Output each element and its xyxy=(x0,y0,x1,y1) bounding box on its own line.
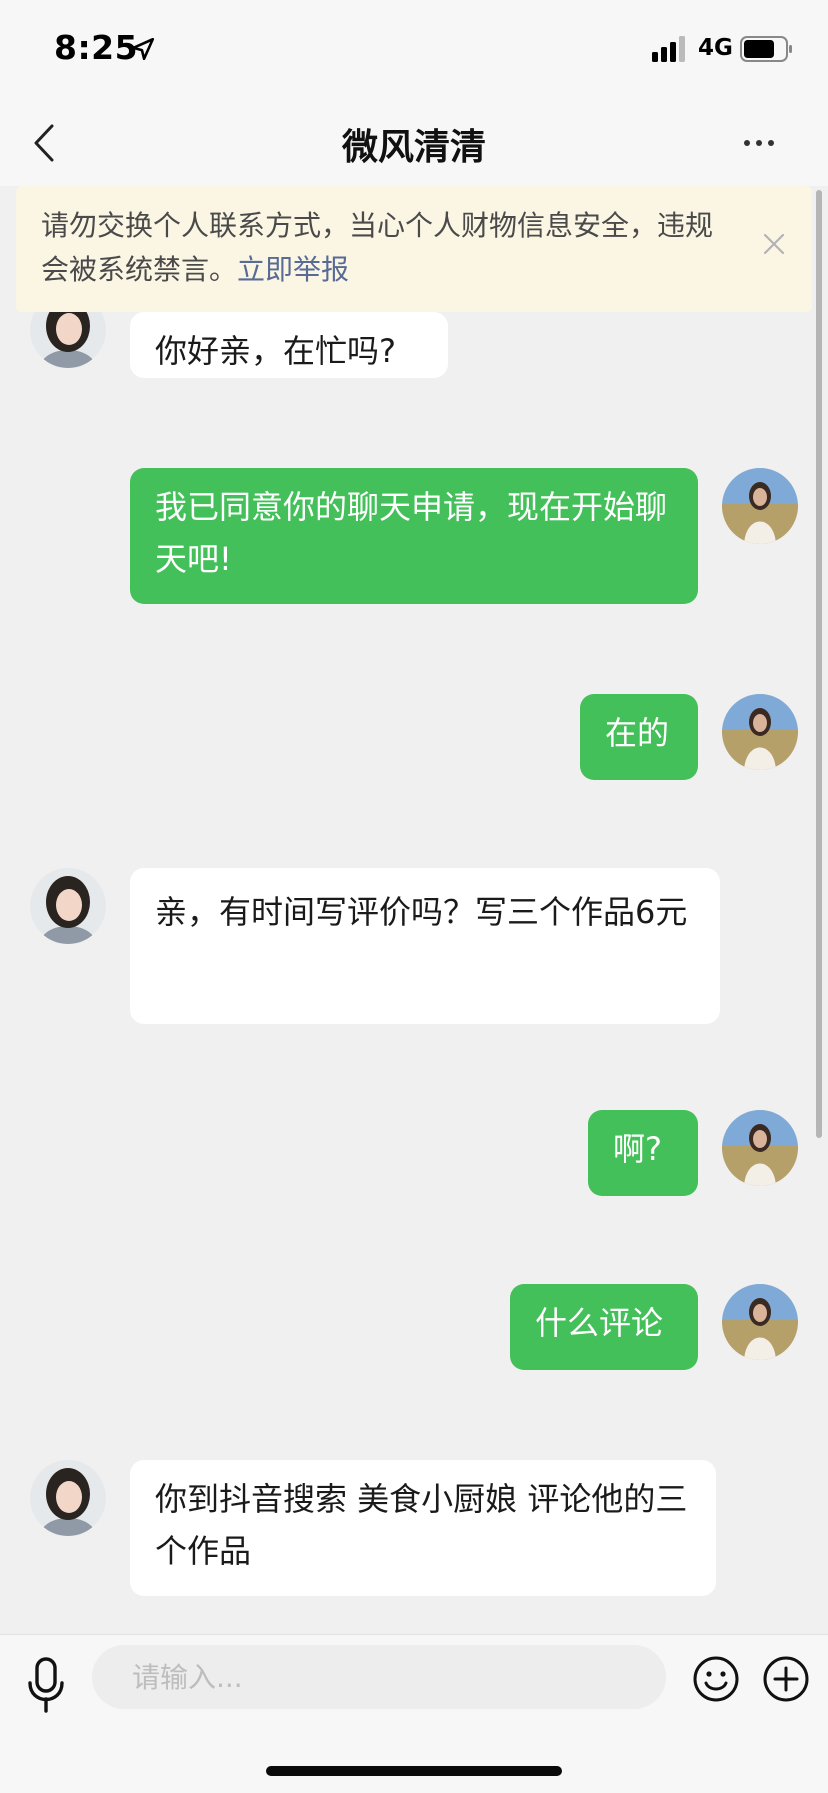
chat-scrollbar[interactable] xyxy=(816,190,822,1138)
battery-icon xyxy=(740,36,792,62)
nav-bar: 微风清清 xyxy=(0,100,828,186)
warning-text: 请勿交换个人联系方式，当心个人财物信息安全，违规会被系统禁言。立即举报 xyxy=(41,204,721,292)
signal-icon xyxy=(652,36,685,62)
message-bubble-incoming[interactable]: 你好亲，在忙吗? xyxy=(130,312,448,378)
my-avatar[interactable] xyxy=(722,468,798,544)
my-avatar[interactable] xyxy=(722,1110,798,1186)
home-indicator[interactable] xyxy=(266,1766,562,1776)
safety-warning-banner: 请勿交换个人联系方式，当心个人财物信息安全，违规会被系统禁言。立即举报 xyxy=(16,186,812,312)
contact-avatar[interactable] xyxy=(30,1460,106,1536)
message-bubble-outgoing[interactable]: 什么评论 xyxy=(510,1284,698,1370)
network-label: 4G xyxy=(698,35,733,61)
location-arrow-icon xyxy=(131,37,155,61)
report-link[interactable]: 立即举报 xyxy=(237,253,349,286)
message-bubble-incoming[interactable]: 亲，有时间写评价吗？写三个作品6元 xyxy=(130,868,720,1024)
message-bubble-incoming[interactable]: 你到抖音搜索 美食小厨娘 评论他的三个作品 xyxy=(130,1460,716,1596)
close-icon[interactable] xyxy=(760,230,788,258)
status-time: 8:25 xyxy=(54,28,139,67)
plus-icon[interactable] xyxy=(762,1655,810,1703)
warning-message: 请勿交换个人联系方式，当心个人财物信息安全，违规会被系统禁言。 xyxy=(41,209,714,286)
emoji-icon[interactable] xyxy=(692,1655,740,1703)
more-dots-icon[interactable] xyxy=(742,128,776,158)
message-bubble-outgoing[interactable]: 啊? xyxy=(588,1110,698,1196)
message-bubble-outgoing[interactable]: 在的 xyxy=(580,694,698,780)
my-avatar[interactable] xyxy=(722,1284,798,1360)
my-avatar[interactable] xyxy=(722,694,798,770)
message-bubble-outgoing[interactable]: 我已同意你的聊天申请，现在开始聊天吧! xyxy=(130,468,698,604)
contact-avatar[interactable] xyxy=(30,868,106,944)
status-bar: 8:25 4G xyxy=(0,0,828,100)
microphone-icon[interactable] xyxy=(26,1657,66,1713)
message-input[interactable] xyxy=(92,1645,666,1709)
chat-title: 微风清清 xyxy=(341,127,486,168)
